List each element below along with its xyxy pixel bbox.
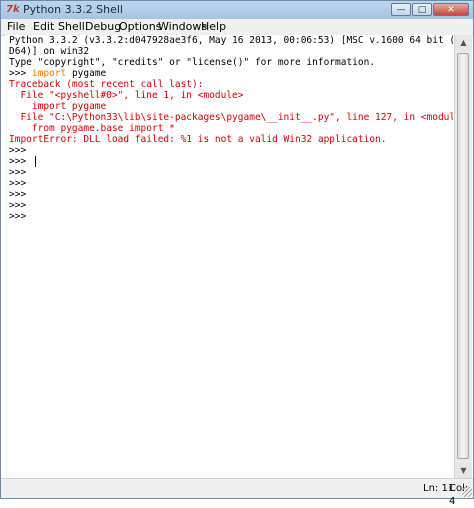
menu-options[interactable]: Options (119, 20, 161, 34)
menu-windows[interactable]: Windows (158, 20, 207, 34)
menu-edit[interactable]: Edit (33, 20, 54, 34)
prompt: >>> (9, 68, 32, 79)
scrollbar-thumb[interactable] (457, 53, 469, 459)
menu-bar: File Edit Shell Debug Options Windows He… (1, 19, 473, 36)
status-bar: Ln: 11 Col: 4 (1, 478, 473, 507)
traceback-line: File "C:\Python33\lib\site-packages\pyga… (9, 112, 453, 123)
prompt-line: >>> (9, 200, 32, 211)
resize-grip-icon[interactable] (462, 487, 472, 497)
prompt-line: >>> (9, 178, 32, 189)
traceback-line: Traceback (most recent call last): (9, 79, 204, 90)
prompt-line: >>> (9, 211, 32, 222)
prompt-line: >>> (9, 156, 32, 167)
error-message: ImportError: DLL load failed: %1 is not … (9, 134, 387, 145)
shell-input-line: >>> import pygame (9, 68, 106, 79)
scroll-down-arrow-icon[interactable]: ▼ (455, 463, 472, 479)
vertical-scrollbar[interactable]: ▲ ▼ (454, 35, 472, 479)
traceback-line: from pygame.base import * (9, 123, 175, 134)
close-button[interactable]: ✕ (433, 3, 469, 16)
prompt-line: >>> (9, 145, 32, 156)
idle-shell-window: 7k Python 3.3.2 Shell — □ ✕ File Edit Sh… (0, 0, 474, 507)
keyword-import: import (31, 68, 67, 79)
menu-debug[interactable]: Debug (85, 20, 121, 34)
traceback-line: import pygame (9, 101, 107, 112)
scroll-up-arrow-icon[interactable]: ▲ (455, 35, 472, 51)
menu-shell[interactable]: Shell (58, 20, 85, 34)
title-bar[interactable]: 7k Python 3.3.2 Shell — □ ✕ (1, 1, 473, 20)
shell-text-area[interactable]: Python 3.3.2 (v3.3.2:d047928ae3f6, May 1… (5, 35, 453, 479)
window-title: Python 3.3.2 Shell (23, 3, 123, 16)
prompt-line: >>> (9, 189, 32, 200)
maximize-button[interactable]: □ (412, 3, 432, 16)
shell-line: Python 3.3.2 (v3.3.2:d047928ae3f6, May 1… (9, 35, 453, 46)
minimize-button[interactable]: — (391, 3, 411, 16)
text-cursor (35, 156, 36, 167)
traceback-line: File "<pyshell#0>", line 1, in <module> (9, 90, 244, 101)
shell-line: D64)] on win32 (9, 46, 90, 57)
shell-line: Type "copyright", "credits" or "license(… (9, 57, 376, 68)
menu-file[interactable]: File (7, 20, 25, 34)
menu-help[interactable]: Help (201, 20, 226, 34)
python-idle-icon: 7k (6, 4, 20, 15)
input-text: pygame (66, 68, 107, 79)
window-controls: — □ ✕ (390, 3, 469, 17)
prompt-line: >>> (9, 167, 32, 178)
